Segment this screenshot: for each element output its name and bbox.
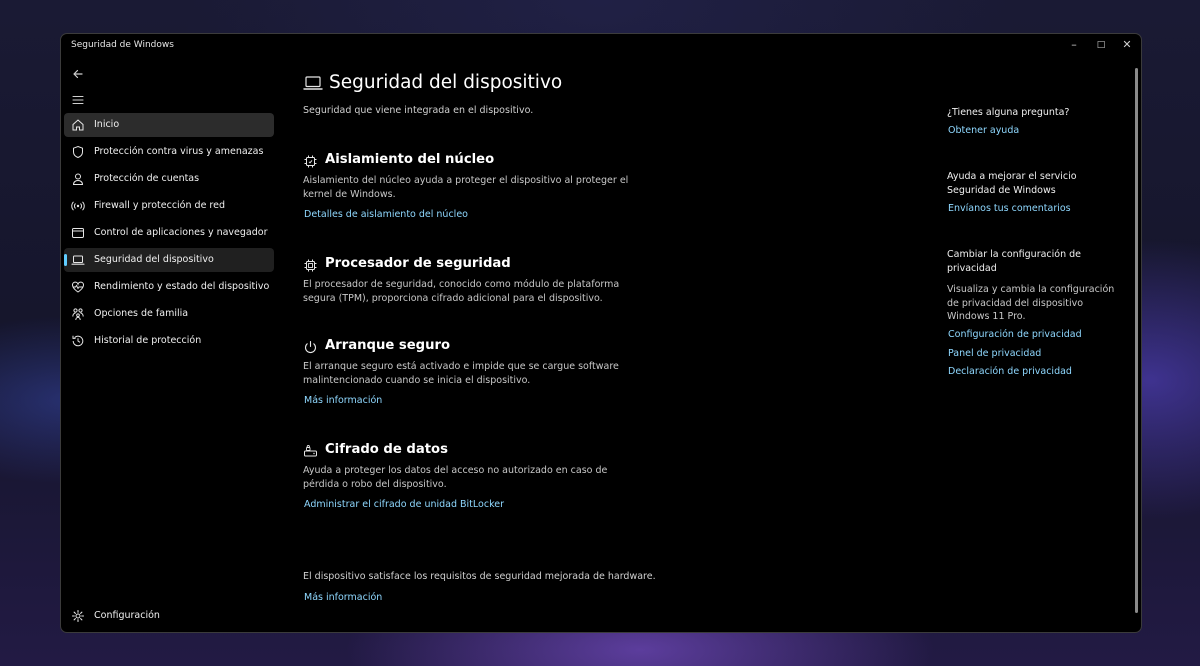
laptop-icon <box>303 74 323 92</box>
family-icon <box>71 307 85 321</box>
sidebar-item-label: Protección de cuentas <box>94 173 200 184</box>
drive-lock-icon <box>303 444 318 459</box>
history-icon <box>71 334 85 348</box>
app-window: Seguridad de Windows – □ ✕ Inicio Protec… <box>60 33 1142 633</box>
secure-boot-more-info-link[interactable]: Más información <box>304 395 382 406</box>
sidebar-item-label: Protección contra virus y amenazas <box>94 146 264 157</box>
feedback-link[interactable]: Envíanos tus comentarios <box>948 203 1071 214</box>
get-help-link[interactable]: Obtener ayuda <box>948 125 1019 136</box>
sidebar-item-performance[interactable]: Rendimiento y estado del dispositivo <box>64 275 274 299</box>
wifi-antenna-icon <box>71 199 85 213</box>
sidebar-item-device-security[interactable]: Seguridad del dispositivo <box>64 248 274 272</box>
sidebar-item-inicio[interactable]: Inicio <box>64 113 274 137</box>
sidebar-item-label: Historial de protección <box>94 335 202 346</box>
laptop-icon <box>71 253 85 267</box>
core-isolation-details-link[interactable]: Detalles de aislamiento del núcleo <box>304 209 468 220</box>
heart-pulse-icon <box>71 280 85 294</box>
close-button[interactable]: ✕ <box>1114 36 1140 54</box>
core-isolation-icon <box>303 154 318 169</box>
sidebar-item-app-control[interactable]: Control de aplicaciones y navegador <box>64 221 274 245</box>
section-title: Arranque seguro <box>325 338 451 353</box>
shield-icon <box>71 145 85 159</box>
privacy-settings-link[interactable]: Configuración de privacidad <box>948 329 1082 340</box>
hamburger-menu-icon[interactable] <box>69 91 87 109</box>
sidebar-nav: Inicio Protección contra virus y amenaza… <box>64 113 274 356</box>
vertical-scrollbar[interactable] <box>1135 68 1138 613</box>
section-description: El procesador de seguridad, conocido com… <box>303 279 620 304</box>
footer-more-info-link[interactable]: Más información <box>304 592 382 603</box>
sidebar-item-label: Opciones de familia <box>94 308 189 319</box>
chip-icon <box>303 258 318 273</box>
question-heading: ¿Tienes alguna pregunta? <box>947 107 1070 118</box>
maximize-button[interactable]: □ <box>1088 36 1114 54</box>
privacy-heading: Cambiar la configuración de privacidad <box>947 249 1082 274</box>
home-icon <box>71 118 85 132</box>
gear-icon <box>71 609 85 623</box>
privacy-statement-link[interactable]: Declaración de privacidad <box>948 366 1072 377</box>
sidebar-item-label: Control de aplicaciones y navegador <box>94 227 268 238</box>
page-title: Seguridad del dispositivo <box>329 72 563 93</box>
sidebar-item-firewall[interactable]: Firewall y protección de red <box>64 194 274 218</box>
main-content: Seguridad del dispositivo Seguridad que … <box>303 34 923 632</box>
settings-label: Configuración <box>94 610 160 621</box>
page-subtitle: Seguridad que viene integrada en el disp… <box>303 105 534 116</box>
section-title: Cifrado de datos <box>325 442 448 457</box>
sidebar-item-settings[interactable]: Configuración <box>64 604 274 628</box>
sidebar-item-label: Firewall y protección de red <box>94 200 226 211</box>
sidebar-item-label: Seguridad del dispositivo <box>94 254 214 265</box>
hardware-security-status: El dispositivo satisface los requisitos … <box>303 571 656 582</box>
sidebar-item-label: Rendimiento y estado del dispositivo <box>94 281 270 292</box>
section-title: Aislamiento del núcleo <box>325 152 495 167</box>
app-title: Seguridad de Windows <box>71 40 174 50</box>
sidebar-item-account-protection[interactable]: Protección de cuentas <box>64 167 274 191</box>
sidebar-item-label: Inicio <box>94 119 120 130</box>
sidebar-item-family-options[interactable]: Opciones de familia <box>64 302 274 326</box>
app-browser-icon <box>71 226 85 240</box>
privacy-text: Visualiza y cambia la configuración de p… <box>947 284 1115 322</box>
section-description: Aislamiento del núcleo ayuda a proteger … <box>303 175 629 200</box>
improve-heading: Ayuda a mejorar el servicio Seguridad de… <box>947 171 1077 196</box>
back-arrow-icon[interactable] <box>69 65 87 83</box>
section-description: El arranque seguro está activado e impid… <box>303 361 619 386</box>
sidebar-item-virus-protection[interactable]: Protección contra virus y amenazas <box>64 140 274 164</box>
section-description: Ayuda a proteger los datos del acceso no… <box>303 465 608 490</box>
person-icon <box>71 172 85 186</box>
section-title: Procesador de seguridad <box>325 256 511 271</box>
privacy-dashboard-link[interactable]: Panel de privacidad <box>948 348 1041 359</box>
power-icon <box>303 340 318 355</box>
minimize-button[interactable]: – <box>1061 36 1087 54</box>
bitlocker-link[interactable]: Administrar el cifrado de unidad BitLock… <box>304 499 504 510</box>
sidebar-item-protection-history[interactable]: Historial de protección <box>64 329 274 353</box>
selection-indicator <box>64 254 67 266</box>
